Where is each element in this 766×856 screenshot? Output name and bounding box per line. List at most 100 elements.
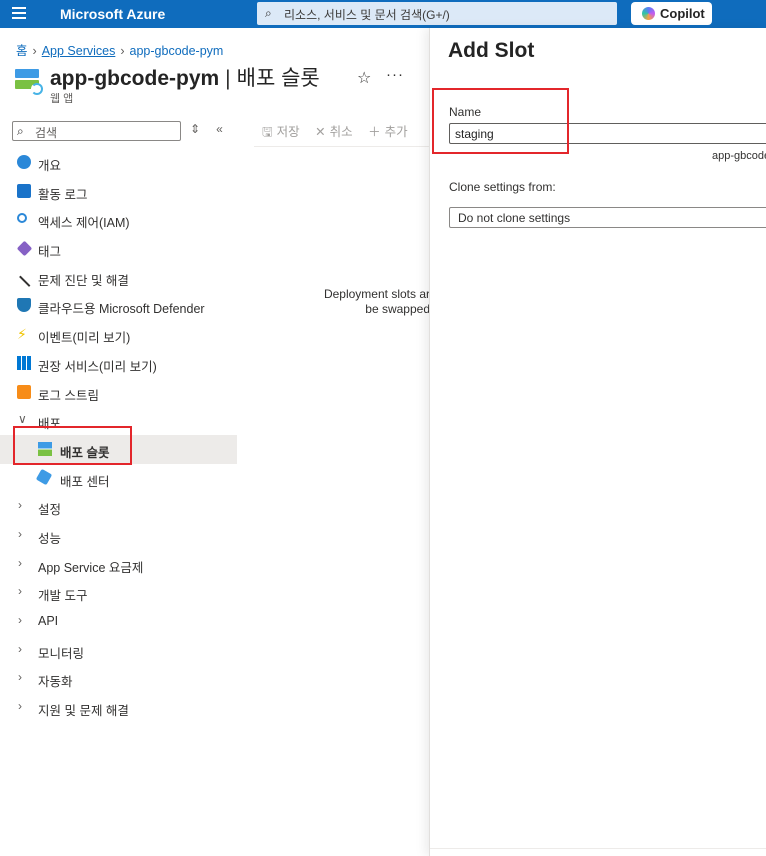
tag-icon	[16, 240, 33, 257]
menu-item-label: 권장 서비스(미리 보기)	[38, 359, 157, 374]
menu-group-api[interactable]: › API	[0, 607, 237, 636]
menu-group-label: 자동화	[38, 675, 73, 690]
chevron-right-icon: ›	[18, 555, 22, 570]
top-bar: Microsoft Azure ⌕ 리소스, 서비스 및 문서 검색(G+/) …	[0, 0, 766, 28]
favorite-star-icon[interactable]: ☆	[357, 68, 371, 88]
menu-group-dev-tools[interactable]: › 개발 도구	[0, 578, 237, 607]
copilot-icon	[642, 7, 655, 20]
menu-group-performance[interactable]: › 성능	[0, 521, 237, 550]
breadcrumb-app-services[interactable]: App Services	[42, 44, 116, 58]
chevron-right-icon: ›	[18, 584, 22, 599]
wrench-icon	[19, 266, 39, 287]
add-label: 추가	[384, 125, 408, 139]
menu-item-recommended[interactable]: 권장 서비스(미리 보기)	[0, 349, 237, 378]
menu-item-defender[interactable]: 클라우드용 Microsoft Defender	[0, 291, 237, 320]
resource-name: app-gbcode-pym	[50, 67, 220, 90]
menu-group-label: API	[38, 614, 59, 628]
menu-item-diagnose[interactable]: 문제 진단 및 해결	[0, 263, 237, 292]
menu-group-label: 성능	[38, 531, 62, 546]
copilot-button[interactable]: Copilot	[631, 2, 712, 25]
menu-search-placeholder: 검색	[35, 126, 58, 140]
menu-item-iam[interactable]: 액세스 제어(IAM)	[0, 205, 237, 234]
menu-group-support[interactable]: › 지원 및 문제 해결	[0, 693, 237, 722]
menu-item-events[interactable]: ⚡ 이벤트(미리 보기)	[0, 320, 237, 349]
chevron-right-icon: ›	[18, 498, 22, 513]
chevron-right-icon: ›	[18, 699, 22, 714]
close-icon: ✕	[315, 125, 326, 139]
menu-group-monitoring[interactable]: › 모니터링	[0, 636, 237, 665]
menu-item-label: 로그 스트림	[38, 388, 99, 403]
menu-item-activity-log[interactable]: 활동 로그	[0, 177, 237, 206]
menu-item-label: 클라우드용 Microsoft Defender	[38, 302, 205, 317]
overview-icon	[17, 155, 31, 169]
menu-item-tags[interactable]: 태그	[0, 234, 237, 263]
breadcrumb-resource[interactable]: app-gbcode-pym	[130, 44, 224, 58]
lightning-icon: ⚡	[17, 326, 27, 343]
save-icon: 🖫	[262, 125, 273, 139]
empty-state-message: Deployment slots ar be swapped	[300, 287, 430, 317]
empty-state-line: Deployment slots ar	[323, 287, 430, 301]
copilot-label: Copilot	[660, 6, 705, 21]
menu-search-input[interactable]: ⌕ 검색	[12, 121, 181, 141]
menu-item-deployment-center[interactable]: 배포 센터	[0, 464, 237, 493]
page-name: 배포 슬롯	[236, 67, 320, 90]
breadcrumb: 홈 › App Services › app-gbcode-pym	[16, 40, 223, 59]
web-app-icon	[15, 69, 43, 95]
menu-group-label: App Service 요금제	[38, 560, 144, 575]
divider	[254, 146, 430, 147]
menu-item-label: 개요	[38, 159, 62, 173]
expand-collapse-icon[interactable]: ⇕	[190, 122, 200, 136]
menu-item-label: 배포 센터	[60, 474, 110, 489]
menu-group-settings[interactable]: › 설정	[0, 492, 237, 521]
chevron-right-icon: ›	[18, 526, 22, 541]
resource-type: 웹 앱	[50, 93, 74, 105]
menu-item-overview[interactable]: 개요	[0, 148, 237, 177]
brand-title[interactable]: Microsoft Azure	[60, 6, 165, 22]
chevron-right-icon: ›	[18, 641, 22, 656]
global-search-placeholder: 리소스, 서비스 및 문서 검색(G+/)	[284, 8, 450, 22]
chevron-down-icon: ∨	[18, 412, 27, 427]
menu-item-label: 태그	[38, 245, 62, 260]
highlight-box-menu	[13, 426, 132, 465]
activity-log-icon	[17, 183, 31, 198]
chevron-right-icon: ›	[18, 670, 22, 685]
cancel-label: 취소	[329, 125, 353, 139]
clone-settings-dropdown[interactable]: Do not clone settings	[449, 207, 766, 228]
save-label: 저장	[276, 125, 300, 139]
menu-group-app-service-plan[interactable]: › App Service 요금제	[0, 550, 237, 579]
menu-group-label: 설정	[38, 503, 62, 518]
breadcrumb-home[interactable]: 홈	[16, 44, 28, 58]
menu-item-log-stream[interactable]: 로그 스트림	[0, 378, 237, 407]
cancel-button[interactable]: ✕ 취소	[315, 121, 353, 140]
menu-item-label: 활동 로그	[38, 187, 88, 202]
empty-state-line: be swapped	[365, 302, 430, 316]
highlight-box-name	[432, 88, 569, 154]
command-bar: 🖫 저장 ✕ 취소 ＋ 추가	[262, 121, 420, 144]
grid-icon	[17, 355, 31, 370]
menu-group-label: 모니터링	[38, 646, 85, 661]
menu-item-label: 액세스 제어(IAM)	[38, 216, 130, 231]
more-options-icon[interactable]: ···	[386, 66, 404, 83]
log-stream-icon	[17, 384, 31, 399]
menu-group-label: 개발 도구	[38, 589, 88, 604]
chevron-right-icon: ›	[32, 44, 37, 58]
menu-group-automation[interactable]: › 자동화	[0, 664, 237, 693]
clone-settings-value: Do not clone settings	[458, 211, 571, 225]
menu-group-label: 지원 및 문제 해결	[38, 704, 129, 719]
save-button[interactable]: 🖫 저장	[262, 121, 300, 144]
chevron-right-icon: ›	[18, 613, 22, 627]
add-button[interactable]: ＋ 추가	[368, 121, 408, 140]
defender-shield-icon	[17, 298, 31, 313]
menu-controls: ⇕ «	[190, 122, 239, 136]
collapse-menu-icon[interactable]: «	[216, 122, 223, 136]
global-search-input[interactable]: ⌕ 리소스, 서비스 및 문서 검색(G+/)	[257, 2, 617, 25]
menu-item-label: 이벤트(미리 보기)	[38, 331, 131, 346]
divider	[430, 848, 766, 849]
chevron-right-icon: ›	[120, 44, 125, 58]
search-icon: ⌕	[265, 6, 272, 20]
name-suffix: app-gbcode	[712, 150, 766, 162]
iam-icon	[17, 213, 27, 224]
search-icon: ⌕	[17, 124, 24, 138]
hamburger-menu-icon[interactable]	[12, 7, 26, 19]
plus-icon: ＋	[368, 125, 381, 139]
